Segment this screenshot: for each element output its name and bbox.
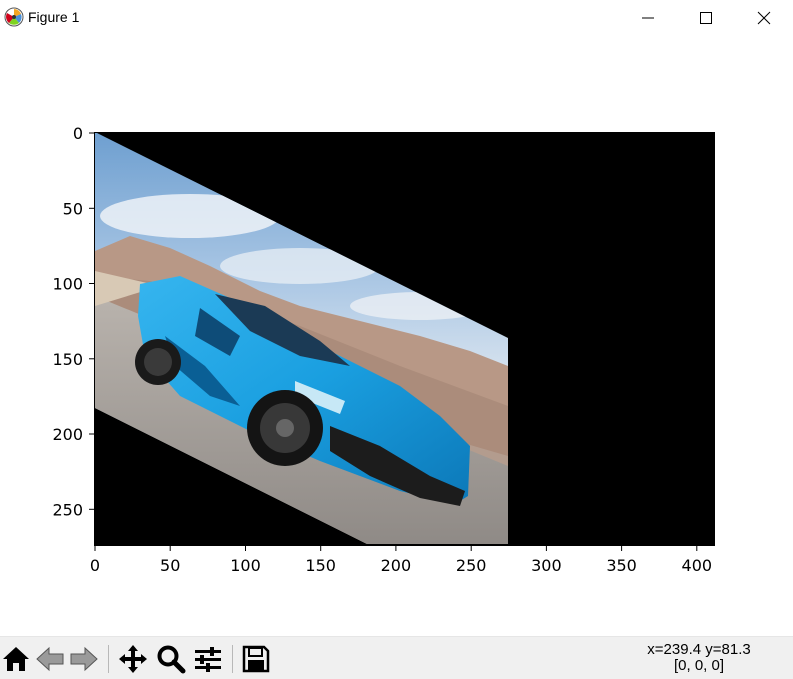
- save-button[interactable]: [240, 643, 272, 675]
- status-readout: x=239.4 y=81.3 [0, 0, 0]: [619, 642, 779, 674]
- home-icon: [3, 647, 29, 671]
- minimize-icon: [642, 17, 654, 19]
- forward-button[interactable]: [68, 643, 100, 675]
- back-button[interactable]: [34, 643, 66, 675]
- pan-button[interactable]: [117, 643, 149, 675]
- x-axis: 0 50 100 150 200 250 300 350 400: [90, 545, 712, 575]
- x-tick-label: 400: [682, 556, 713, 575]
- x-tick-label: 350: [606, 556, 637, 575]
- arrow-right-icon: [70, 646, 98, 672]
- home-button[interactable]: [0, 643, 32, 675]
- sliders-icon: [195, 647, 221, 672]
- y-tick-label: 250: [52, 500, 83, 519]
- toolbar-separator: [232, 645, 233, 673]
- y-tick-label: 50: [63, 199, 83, 218]
- matplotlib-logo-icon: [4, 7, 24, 27]
- y-tick-label: 150: [52, 350, 83, 369]
- y-tick-label: 200: [52, 425, 83, 444]
- navigation-toolbar: x=239.4 y=81.3 [0, 0, 0]: [0, 636, 793, 679]
- floppy-disk-icon: [242, 645, 270, 673]
- x-tick-label: 50: [160, 556, 180, 575]
- arrow-left-icon: [36, 646, 64, 672]
- figure-canvas[interactable]: 0 50 100 150 200 250 300 350 400 0 50 10…: [0, 36, 793, 634]
- toolbar-separator: [108, 645, 109, 673]
- close-icon: [757, 11, 771, 25]
- axes-svg: 0 50 100 150 200 250 300 350 400 0 50 10…: [52, 124, 715, 575]
- x-tick-label: 150: [305, 556, 336, 575]
- configure-subplots-button[interactable]: [192, 643, 224, 675]
- close-button[interactable]: [735, 0, 793, 36]
- title-bar: Figure 1: [0, 0, 793, 36]
- minimize-button[interactable]: [619, 0, 677, 36]
- pixel-value: [0, 0, 0]: [673, 657, 725, 674]
- maximize-icon: [700, 12, 712, 24]
- zoom-button[interactable]: [155, 643, 187, 675]
- move-icon: [119, 645, 147, 673]
- x-tick-label: 250: [456, 556, 487, 575]
- cursor-coordinates: x=239.4 y=81.3: [647, 641, 751, 658]
- y-tick-label: 100: [52, 275, 83, 294]
- window-title: Figure 1: [28, 9, 80, 25]
- maximize-button[interactable]: [677, 0, 735, 36]
- x-tick-label: 200: [381, 556, 412, 575]
- x-tick-label: 300: [531, 556, 562, 575]
- x-tick-label: 100: [230, 556, 261, 575]
- x-tick-label: 0: [90, 556, 100, 575]
- magnifier-icon: [157, 645, 186, 674]
- y-axis: 0 50 100 150 200 250: [52, 124, 95, 519]
- y-tick-label: 0: [73, 124, 83, 143]
